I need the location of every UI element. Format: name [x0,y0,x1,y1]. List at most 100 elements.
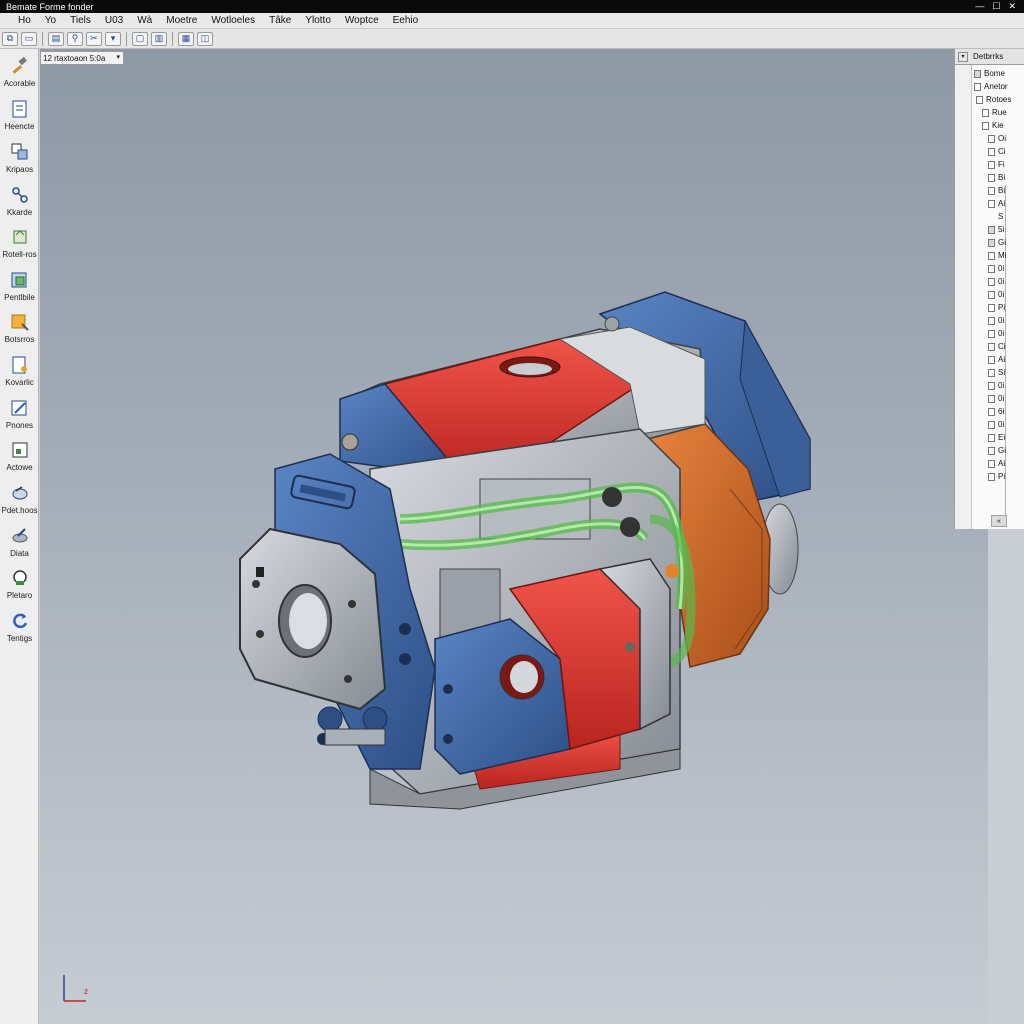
menu-item[interactable]: U03 [98,15,130,26]
tree-item[interactable]: Gi [988,444,1006,457]
save-icon[interactable]: ▤ [48,31,64,46]
part-icon [988,290,995,299]
measure-icon [9,482,31,504]
chevron-down-icon[interactable]: ▾ [958,51,968,62]
tree-item[interactable]: Si [988,366,1005,379]
tree-item[interactable]: Bi [988,171,1005,184]
tree-item[interactable]: 6i [988,405,1004,418]
menu-item[interactable]: Wotloeles [204,15,262,26]
tree-item[interactable]: Ai [988,353,1005,366]
part-icon [988,433,995,442]
part-icon [988,147,995,156]
tool-diata[interactable]: Diata [0,525,39,558]
tree-item[interactable]: Mi [988,249,1006,262]
tree-item[interactable]: S [998,210,1003,223]
tree-item[interactable]: Ci [988,340,1006,353]
tool-kripaos[interactable]: Kripaos [0,141,39,174]
title-bar: Bemate Forme fonder — ☐ ✕ [0,0,1024,13]
menu-item[interactable]: Yo [38,15,63,26]
tree-item[interactable]: 0i [988,379,1004,392]
dropdown-icon[interactable]: ▾ [105,31,121,46]
tool-kkarde[interactable]: Kkarde [0,184,39,217]
tool-botsrros[interactable]: Botsrros [0,311,39,344]
tool-tentigs[interactable]: Tentigs [0,610,39,643]
menu-item[interactable]: Wà [130,15,159,26]
window-title: Bemate Forme fonder [6,1,94,12]
part-icon [988,173,995,182]
tool-rotell-ros[interactable]: Rotell-ros [0,226,39,259]
tree-item[interactable]: Pi [988,301,1005,314]
tree-item[interactable]: Rotoes [976,93,1011,106]
tree-item[interactable]: Bome [974,67,1005,80]
menu-item[interactable]: Ho [0,15,38,26]
tree-item[interactable]: Ai [988,197,1005,210]
tool-pnones[interactable]: Pnones [0,397,39,430]
menu-item[interactable]: Tiels [63,15,98,26]
assembly-model[interactable] [40,49,988,1024]
hammer-icon [9,55,31,77]
tree-item[interactable]: 0i [988,288,1004,301]
tool-pdet-hoos[interactable]: Pdet.hoos [0,482,39,515]
menu-item[interactable]: Woptce [338,15,386,26]
part-icon [988,303,995,312]
axis-triad: z [60,969,100,1012]
open-icon[interactable]: ▭ [21,31,37,46]
tree-item[interactable]: Bi [988,184,1005,197]
tree-item[interactable]: Ci [988,145,1006,158]
tool-heencte[interactable]: Heencte [0,98,39,131]
tree-item[interactable]: Rue [982,106,1007,119]
document-icon [9,354,31,376]
tool-pletaro[interactable]: Pletaro [0,567,39,600]
tree-item[interactable]: Kie [982,119,1004,132]
tree-item[interactable]: Gi [988,236,1006,249]
layer-icon[interactable]: ▥ [151,31,167,46]
tree-item[interactable]: Pi [988,470,1005,483]
tool-pentlbile[interactable]: Pentlbile [0,269,39,302]
tool-actowe[interactable]: Actowe [0,439,39,472]
maximize-icon[interactable]: ☐ [992,1,1000,12]
frame-icon[interactable]: ▢ [132,31,148,46]
copy-icon[interactable]: ⧉ [2,31,18,46]
menu-item[interactable]: Tâke [262,15,298,26]
tree-item[interactable]: 5i [988,223,1004,236]
tool-label: Actowe [6,463,33,472]
model-browser: ▾ Detbrrks Bome Anetor Rotoes Rue Kie Oi… [954,49,1024,529]
tree-item[interactable]: Fi [988,158,1005,171]
menu-item[interactable]: Ylotto [298,15,338,26]
part-icon [988,407,995,416]
menu-item[interactable]: Moetre [159,15,204,26]
tree-item[interactable]: 0i [988,418,1004,431]
toolbar-divider [172,31,173,46]
part-icon [988,251,995,260]
menu-item[interactable]: Eehio [386,15,426,26]
tool-panel: Acorable Heencte Kripaos Kkarde Rotell-r… [0,49,39,1024]
tree-item[interactable]: Oi [988,132,1006,145]
tree-item[interactable]: 0i [988,392,1004,405]
cut-icon[interactable]: ✂ [86,31,102,46]
tree-item[interactable]: 0i [988,327,1004,340]
part-icon [988,472,995,481]
feature-icon [9,269,31,291]
menu-bar: Ho Yo Tiels U03 Wà Moetre Wotloeles Tâke… [0,13,1024,29]
tree-item[interactable]: 0i [988,275,1004,288]
grid-icon[interactable]: ▦ [178,31,194,46]
close-icon[interactable]: ✕ [1008,1,1016,12]
part-icon [988,420,995,429]
component-icon [982,121,989,130]
tree-item[interactable]: Ai [988,457,1005,470]
tool-kovarlic[interactable]: Kovarlic [0,354,39,387]
tree-item[interactable]: Ei [988,431,1005,444]
tool-label: Kovarlic [5,378,34,387]
part-icon [988,316,995,325]
3d-viewport[interactable]: 12 rtaxtoaon 5:0a ▾ z [40,49,988,1024]
tree-item[interactable]: 0i [988,314,1004,327]
tree-item[interactable]: Anetor [974,80,1008,93]
scroll-left-icon[interactable]: « [991,515,1007,527]
part-icon [988,225,995,234]
minimize-icon[interactable]: — [975,1,984,12]
link-icon[interactable]: ⚲ [67,31,83,46]
tool-acorable[interactable]: Acorable [0,55,39,88]
tree-item[interactable]: 0i [988,262,1004,275]
view-icon[interactable]: ◫ [197,31,213,46]
toolbar-divider [42,31,43,46]
